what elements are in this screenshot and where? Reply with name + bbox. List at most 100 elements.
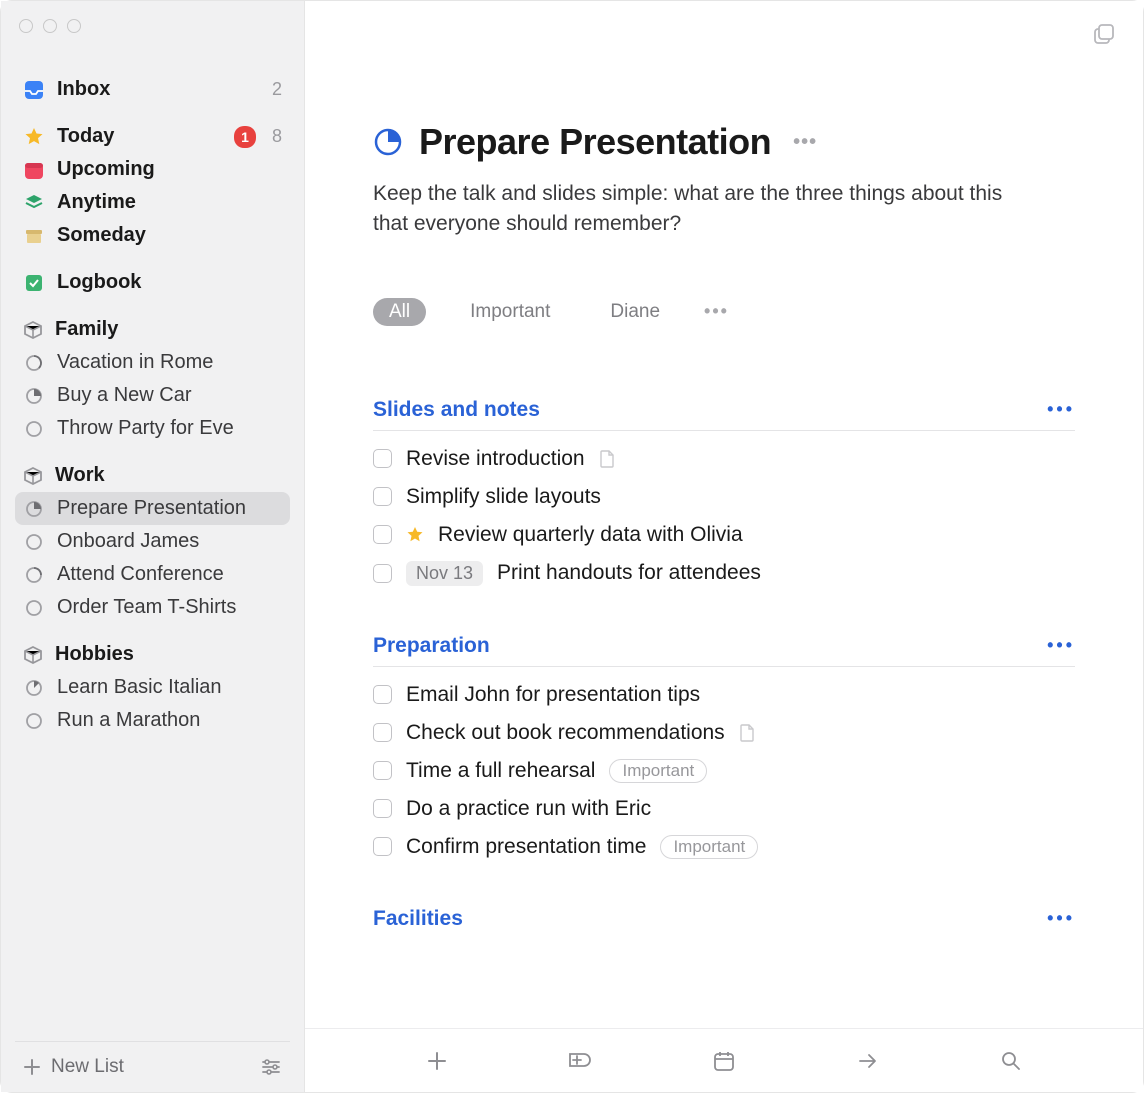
minimize-window-icon[interactable] (43, 19, 57, 33)
someday-label: Someday (57, 224, 282, 247)
new-heading-button[interactable] (560, 1041, 600, 1081)
checkbox[interactable] (373, 564, 392, 583)
plus-icon (23, 1058, 41, 1076)
filter-important[interactable]: Important (454, 298, 566, 326)
when-button[interactable] (704, 1041, 744, 1081)
sidebar-project-buy-car[interactable]: Buy a New Car (15, 379, 290, 412)
sidebar-item-anytime[interactable]: Anytime (15, 186, 290, 219)
anytime-label: Anytime (57, 191, 282, 214)
area-header-hobbies[interactable]: Hobbies (15, 638, 290, 671)
move-button[interactable] (848, 1041, 888, 1081)
task-text: Simplify slide layouts (406, 485, 601, 509)
new-todo-button[interactable] (417, 1041, 457, 1081)
calendar-icon (23, 159, 45, 181)
box-icon (23, 466, 43, 486)
section-title[interactable]: Slides and notes (373, 398, 540, 422)
task-date-badge: Nov 13 (406, 561, 483, 586)
task-row[interactable]: Review quarterly data with Olivia (373, 523, 1075, 547)
project-label: Learn Basic Italian (57, 676, 282, 699)
logbook-icon (23, 272, 45, 294)
sidebar-project-team-tshirts[interactable]: Order Team T-Shirts (15, 591, 290, 624)
new-list-label: New List (51, 1056, 124, 1078)
sidebar-project-learn-italian[interactable]: Learn Basic Italian (15, 671, 290, 704)
settings-icon[interactable] (260, 1056, 282, 1078)
checkbox[interactable] (373, 525, 392, 544)
sidebar-project-run-marathon[interactable]: Run a Marathon (15, 704, 290, 737)
task-text: Time a full rehearsal (406, 759, 595, 783)
main-panel: Prepare Presentation ••• Keep the talk a… (305, 1, 1143, 1092)
area-family-label: Family (55, 318, 118, 341)
checkbox[interactable] (373, 723, 392, 742)
project-progress-icon (373, 127, 403, 157)
project-label: Throw Party for Eve (57, 417, 282, 440)
project-label: Buy a New Car (57, 384, 282, 407)
new-window-icon[interactable] (1093, 23, 1115, 45)
search-button[interactable] (991, 1041, 1031, 1081)
box-icon (23, 320, 43, 340)
sidebar-project-vacation-rome[interactable]: Vacation in Rome (15, 346, 290, 379)
section-more-icon[interactable]: ••• (1047, 399, 1075, 420)
sidebar-project-attend-conference[interactable]: Attend Conference (15, 558, 290, 591)
section-more-icon[interactable]: ••• (1047, 908, 1075, 929)
tag-important[interactable]: Important (660, 835, 758, 859)
checkbox[interactable] (373, 449, 392, 468)
progress-circle-icon (23, 531, 45, 553)
note-icon (739, 724, 755, 742)
area-header-family[interactable]: Family (15, 313, 290, 346)
checkbox[interactable] (373, 837, 392, 856)
star-icon (406, 526, 424, 544)
section-title[interactable]: Preparation (373, 634, 490, 658)
task-text: Do a practice run with Eric (406, 797, 651, 821)
sidebar-item-logbook[interactable]: Logbook (15, 266, 290, 299)
close-window-icon[interactable] (19, 19, 33, 33)
section-more-icon[interactable]: ••• (1047, 635, 1075, 656)
progress-circle-icon (23, 498, 45, 520)
today-count: 8 (272, 126, 282, 147)
progress-circle-icon (23, 418, 45, 440)
task-row[interactable]: Do a practice run with Eric (373, 797, 1075, 821)
new-list-button[interactable]: New List (23, 1056, 124, 1078)
task-row[interactable]: Revise introduction (373, 447, 1075, 471)
today-label: Today (57, 125, 222, 148)
inbox-label: Inbox (57, 78, 260, 101)
sidebar-project-party-eve[interactable]: Throw Party for Eve (15, 412, 290, 445)
area-header-work[interactable]: Work (15, 459, 290, 492)
sidebar-item-someday[interactable]: Someday (15, 219, 290, 252)
task-row[interactable]: Simplify slide layouts (373, 485, 1075, 509)
task-row[interactable]: Time a full rehearsal Important (373, 759, 1075, 783)
task-text: Revise introduction (406, 447, 585, 471)
tag-important[interactable]: Important (609, 759, 707, 783)
sidebar-project-onboard-james[interactable]: Onboard James (15, 525, 290, 558)
project-label: Attend Conference (57, 563, 282, 586)
checkbox[interactable] (373, 685, 392, 704)
checkbox[interactable] (373, 487, 392, 506)
task-row[interactable]: Confirm presentation time Important (373, 835, 1075, 859)
sidebar-item-today[interactable]: Today 1 8 (15, 120, 290, 153)
project-label: Run a Marathon (57, 709, 282, 732)
task-row[interactable]: Nov 13 Print handouts for attendees (373, 561, 1075, 586)
task-text: Review quarterly data with Olivia (438, 523, 743, 547)
area-work-label: Work (55, 464, 105, 487)
maximize-window-icon[interactable] (67, 19, 81, 33)
page-title: Prepare Presentation (419, 121, 771, 163)
inbox-icon (23, 79, 45, 101)
checkbox[interactable] (373, 761, 392, 780)
box-icon (23, 645, 43, 665)
filter-all[interactable]: All (373, 298, 426, 326)
section-title[interactable]: Facilities (373, 907, 463, 931)
task-row[interactable]: Email John for presentation tips (373, 683, 1075, 707)
checkbox[interactable] (373, 799, 392, 818)
project-notes[interactable]: Keep the talk and slides simple: what ar… (373, 179, 1013, 240)
task-row[interactable]: Check out book recommendations (373, 721, 1075, 745)
sidebar-project-prepare-presentation[interactable]: Prepare Presentation (15, 492, 290, 525)
sidebar-item-upcoming[interactable]: Upcoming (15, 153, 290, 186)
progress-circle-icon (23, 677, 45, 699)
task-text: Email John for presentation tips (406, 683, 700, 707)
task-text: Confirm presentation time (406, 835, 646, 859)
title-more-icon[interactable]: ••• (793, 131, 817, 154)
project-label: Onboard James (57, 530, 282, 553)
filter-diane[interactable]: Diane (594, 298, 676, 326)
sidebar-item-inbox[interactable]: Inbox 2 (15, 73, 290, 106)
filter-more-icon[interactable]: ••• (704, 301, 729, 322)
bottom-toolbar (305, 1028, 1143, 1092)
